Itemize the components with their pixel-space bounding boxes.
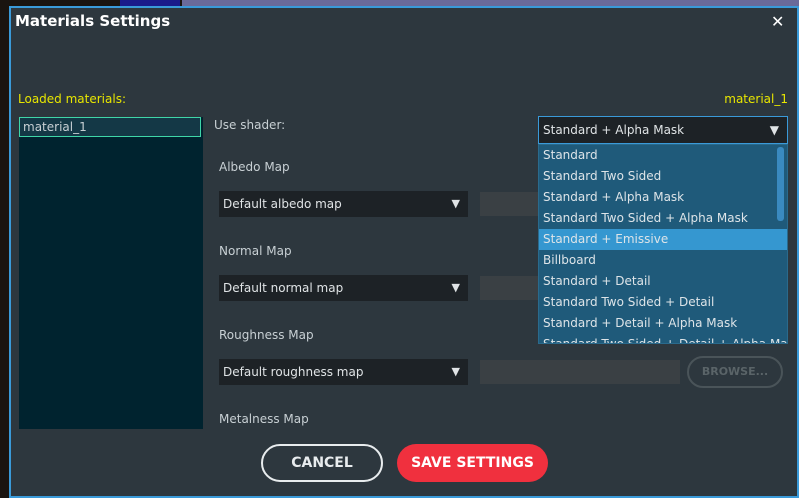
shader-option[interactable]: Standard + Detail + Alpha Mask (539, 313, 787, 334)
roughness-map-value: Default roughness map (223, 365, 364, 379)
shader-option-highlighted[interactable]: Standard + Emissive (539, 229, 787, 250)
shader-option[interactable]: Billboard (539, 250, 787, 271)
close-icon[interactable]: ✕ (771, 12, 784, 31)
shader-option[interactable]: Standard Two Sided (539, 166, 787, 187)
chevron-down-icon: ▼ (451, 365, 460, 378)
chevron-down-icon: ▼ (451, 281, 460, 294)
shader-options-menu[interactable]: Standard Standard Two Sided Standard + A… (538, 144, 788, 344)
albedo-map-label: Albedo Map (219, 160, 290, 174)
dialog-title: Materials Settings (15, 12, 171, 30)
cancel-button[interactable]: CANCEL (261, 444, 383, 482)
roughness-path-input[interactable] (480, 360, 680, 384)
shader-option[interactable]: Standard Two Sided + Detail (539, 292, 787, 313)
chevron-down-icon: ▼ (451, 197, 460, 210)
use-shader-label: Use shader: (214, 118, 286, 132)
save-settings-button[interactable]: SAVE SETTINGS (397, 444, 548, 482)
browse-button[interactable]: BROWSE... (687, 356, 783, 388)
normal-map-label: Normal Map (219, 244, 292, 258)
roughness-map-label: Roughness Map (219, 328, 314, 342)
list-item[interactable]: material_1 (19, 117, 201, 137)
materials-list[interactable] (19, 117, 203, 429)
shader-option[interactable]: Standard + Alpha Mask (539, 187, 787, 208)
albedo-map-value: Default albedo map (223, 197, 342, 211)
normal-map-dropdown[interactable]: Default normal map ▼ (219, 275, 468, 301)
roughness-map-dropdown[interactable]: Default roughness map ▼ (219, 359, 468, 385)
chevron-down-icon: ▼ (769, 123, 779, 137)
menu-scrollbar[interactable] (777, 147, 784, 221)
shader-value: Standard + Alpha Mask (543, 123, 685, 137)
loaded-materials-label: Loaded materials: (18, 92, 126, 106)
shader-dropdown[interactable]: Standard + Alpha Mask ▼ (538, 116, 788, 144)
shader-option[interactable]: Standard Two Sided + Detail + Alpha Mask (539, 334, 787, 343)
metalness-map-label: Metalness Map (219, 412, 309, 426)
shader-option[interactable]: Standard Two Sided + Alpha Mask (539, 208, 787, 229)
shader-option[interactable]: Standard (539, 145, 787, 166)
albedo-map-dropdown[interactable]: Default albedo map ▼ (219, 191, 468, 217)
current-material-label: material_1 (724, 92, 788, 106)
normal-map-value: Default normal map (223, 281, 344, 295)
materials-settings-dialog: Materials Settings ✕ Loaded materials: m… (9, 6, 799, 498)
shader-option[interactable]: Standard + Detail (539, 271, 787, 292)
